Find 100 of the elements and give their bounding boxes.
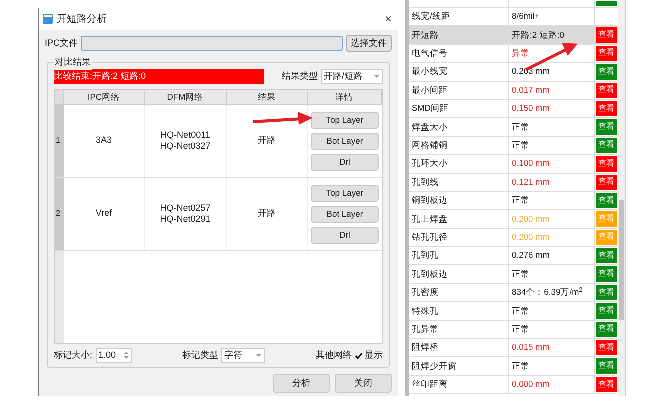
check-value: 异常 bbox=[512, 47, 530, 60]
view-button[interactable]: 查看 bbox=[596, 248, 617, 264]
mark-type-dropdown[interactable]: 字符 bbox=[221, 348, 266, 363]
check-row[interactable]: 孔环大小 0.100 mm 查看 bbox=[409, 155, 618, 174]
check-value: 834个：6.39万/m$^{2}$ bbox=[512, 286, 583, 299]
layer-button[interactable]: Drl bbox=[311, 154, 379, 170]
check-value: 0.276 mm bbox=[512, 249, 550, 262]
check-label: 焊盘大小 bbox=[412, 120, 448, 134]
view-button[interactable]: 查看 bbox=[596, 303, 617, 319]
column-header: IPC网络 bbox=[64, 90, 145, 104]
check-value: 8/6mil+ bbox=[512, 10, 540, 24]
check-row[interactable]: 孔密度 834个：6.39万/m$^{2}$ 查看 bbox=[409, 284, 618, 302]
layer-button[interactable]: Top Layer bbox=[311, 112, 379, 128]
check-row[interactable]: 孔上焊盘 0.200 mm 查看 bbox=[409, 210, 618, 229]
view-button[interactable]: 查看 bbox=[596, 100, 617, 116]
table-cell: HQ-Net0291 bbox=[160, 214, 211, 225]
view-button[interactable]: 查看 bbox=[596, 284, 617, 300]
check-row[interactable]: 网格铺铜 正常 查看 bbox=[409, 136, 618, 156]
check-label: 孔到孔 bbox=[412, 249, 439, 262]
check-row[interactable]: 孔到孔 0.276 mm 查看 bbox=[409, 247, 618, 266]
layer-button[interactable]: Bot Layer bbox=[311, 132, 379, 150]
check-value: 正常 bbox=[512, 360, 530, 372]
close-button[interactable]: × bbox=[382, 13, 394, 25]
check-row[interactable]: 孔异常 正常 查看 bbox=[409, 320, 618, 340]
view-button[interactable]: 查看 bbox=[596, 376, 617, 392]
input-field[interactable] bbox=[81, 36, 343, 51]
check-row[interactable]: 开短路 开路:2 短路:0 查看 bbox=[409, 26, 618, 45]
table-cell-text: Vref bbox=[96, 207, 112, 220]
result-type-dropdown[interactable]: 开路/短路 bbox=[321, 69, 383, 84]
check-row[interactable]: 丝印距离 0.000 mm 查看 bbox=[409, 376, 618, 394]
check-row[interactable]: 最小间距 0.017 mm 查看 bbox=[409, 82, 618, 100]
check-label: 最小线宽 bbox=[412, 65, 448, 78]
check-label: 线宽/线距 bbox=[412, 10, 450, 24]
check-value: 0.150 mm bbox=[512, 102, 550, 116]
window-title: 开短路分析 bbox=[57, 12, 107, 26]
check-value: 0.017 mm bbox=[512, 84, 550, 97]
check-label: 网格铺铜 bbox=[412, 139, 448, 152]
view-button[interactable]: 查看 bbox=[596, 27, 617, 43]
check-value: 0.200 mm bbox=[512, 231, 550, 244]
check-value: 0.200 mm bbox=[512, 212, 550, 226]
mark-size-spinbox[interactable]: 1.00 bbox=[96, 348, 132, 363]
check-label: 阻焊少开窗 bbox=[412, 360, 457, 372]
scrollbar-thumb[interactable] bbox=[619, 200, 624, 320]
check-label: 孔到板边 bbox=[412, 268, 448, 281]
view-button[interactable]: 查看 bbox=[596, 358, 617, 374]
group-title: 对比结果 bbox=[54, 56, 92, 70]
view-button[interactable]: 查看 bbox=[596, 46, 617, 62]
check-row[interactable]: SMD间距 0.150 mm 查看 bbox=[409, 100, 618, 118]
checkmark-icon bbox=[355, 352, 364, 360]
view-button[interactable]: 查看 bbox=[596, 340, 617, 356]
check-value: 0.100 mm bbox=[512, 157, 550, 170]
check-row[interactable]: 孔到板边 正常 查看 bbox=[409, 265, 618, 284]
view-button[interactable]: 查看 bbox=[596, 119, 617, 135]
view-button[interactable]: 查看 bbox=[596, 192, 617, 208]
field-label: IPC文件 bbox=[45, 36, 78, 50]
table-cell: HQ-Net0327 bbox=[160, 141, 211, 152]
dialog-button[interactable]: 分析 bbox=[273, 374, 330, 393]
view-button[interactable]: 查看 bbox=[596, 174, 617, 190]
view-button[interactable]: 查看 bbox=[596, 156, 617, 172]
check-value: 正常 bbox=[512, 322, 530, 336]
row-number: 1 bbox=[55, 105, 64, 177]
view-button[interactable]: 查看 bbox=[596, 82, 617, 98]
row-number: 2 bbox=[55, 178, 64, 250]
layer-button[interactable]: Drl bbox=[311, 226, 379, 244]
field-label: 结果类型 bbox=[282, 70, 318, 83]
table-cell-text: 3A3 bbox=[96, 134, 112, 148]
field-label: 标记类型 bbox=[182, 348, 218, 362]
choose-file-button[interactable]: 选择文件 bbox=[346, 35, 392, 52]
check-label: 孔到线 bbox=[412, 176, 439, 189]
view-button[interactable]: 查看 bbox=[596, 138, 617, 154]
check-row[interactable]: 焊盘大小 正常 查看 bbox=[409, 118, 618, 137]
check-row[interactable]: 钻孔孔径 0.200 mm 查看 bbox=[409, 228, 618, 248]
check-row[interactable]: 线宽/线距 8/6mil+ bbox=[409, 8, 618, 26]
layer-button[interactable]: Bot Layer bbox=[311, 206, 379, 222]
check-row[interactable]: 铜到板边 正常 查看 bbox=[409, 192, 618, 210]
checkbox-label: 显示 bbox=[365, 348, 384, 362]
check-value: 正常 bbox=[512, 120, 530, 134]
layer-button[interactable]: Top Layer bbox=[311, 184, 379, 202]
check-row[interactable]: 孔到线 0.121 mm 查看 bbox=[409, 174, 618, 192]
table-cell-text: 开路 bbox=[258, 134, 276, 148]
check-row[interactable]: 特殊孔 正常 查看 bbox=[409, 302, 618, 321]
field-label: 其他网络 bbox=[316, 348, 352, 362]
table-cell: HQ-Net0257 bbox=[160, 203, 211, 214]
check-row[interactable] bbox=[409, 0, 618, 8]
check-value: 正常 bbox=[512, 268, 530, 281]
view-button[interactable]: 查看 bbox=[596, 322, 617, 338]
column-header: 详情 bbox=[308, 90, 382, 104]
caret-icon bbox=[256, 354, 262, 357]
check-row[interactable]: 阻焊少开窗 正常 查看 bbox=[409, 357, 618, 376]
check-value: 正常 bbox=[512, 139, 530, 152]
check-label: 孔密度 bbox=[412, 286, 439, 299]
check-value: 0.121 mm bbox=[512, 176, 550, 189]
app-icon bbox=[43, 14, 53, 24]
view-button[interactable] bbox=[596, 1, 617, 6]
view-button[interactable]: 查看 bbox=[596, 266, 617, 282]
check-row[interactable]: 电气信号 异常 查看 bbox=[409, 44, 618, 64]
check-row[interactable]: 阻焊桥 0.015 mm 查看 bbox=[409, 339, 618, 358]
view-button[interactable]: 查看 bbox=[596, 64, 617, 80]
dialog-button[interactable]: 关闭 bbox=[335, 374, 392, 393]
show-checkbox[interactable]: 显示 bbox=[355, 348, 384, 362]
